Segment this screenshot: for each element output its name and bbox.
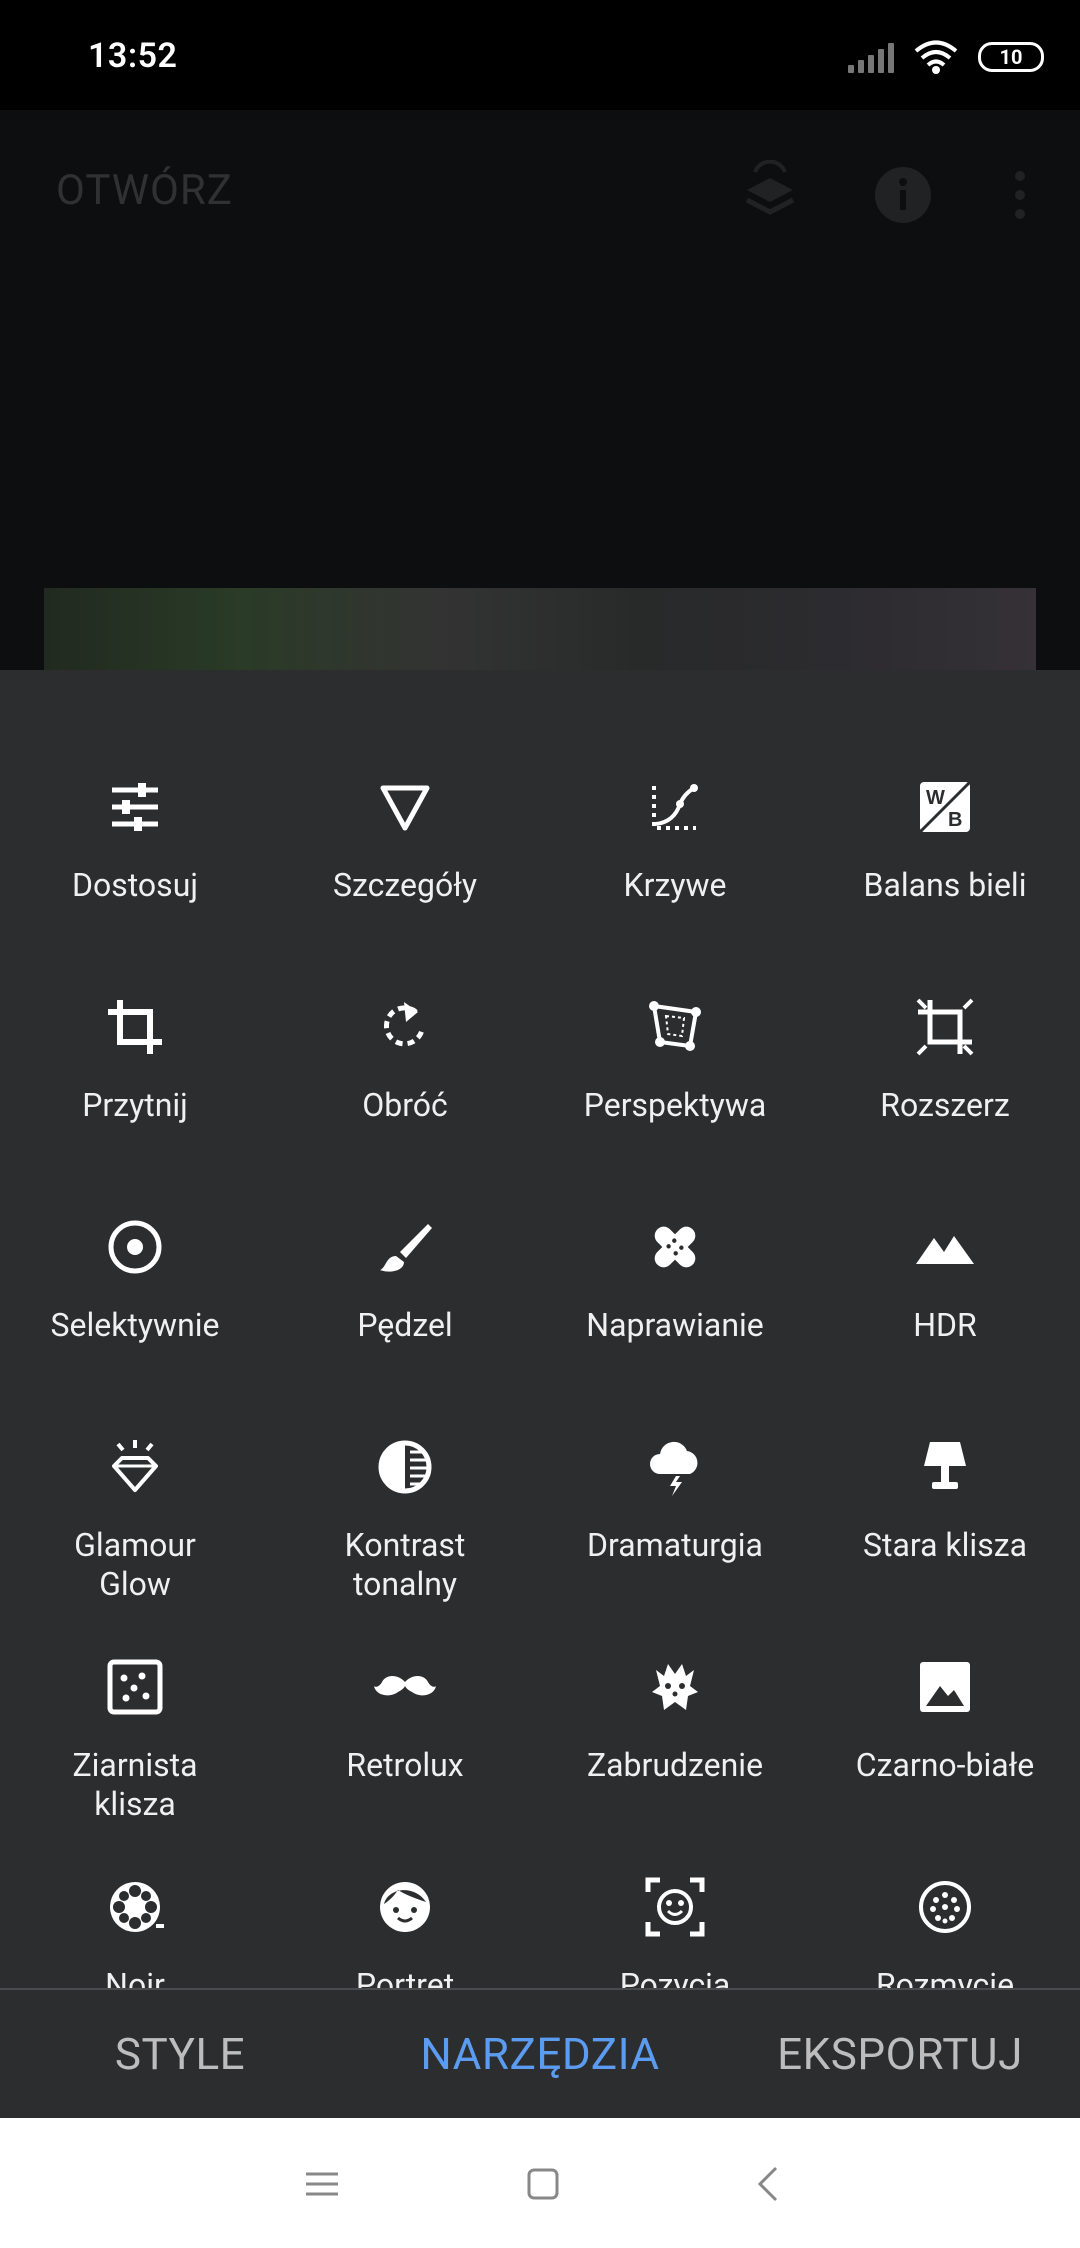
wifi-icon	[914, 40, 958, 74]
tool-dostosuj[interactable]: Dostosuj	[0, 772, 270, 972]
tool-label: Dramaturgia	[587, 1526, 763, 1564]
tool-label: Rozszerz	[880, 1086, 1010, 1124]
triangle-down-icon	[370, 772, 440, 842]
svg-text:B: B	[948, 809, 962, 831]
tool-label: Zabrudzenie	[586, 1746, 764, 1784]
tool-krzywe[interactable]: Krzywe	[540, 772, 810, 972]
grain-icon	[100, 1652, 170, 1722]
system-nav-bar	[0, 2118, 1080, 2248]
tool-ziarnista-klisza[interactable]: Ziarnista klisza	[0, 1652, 270, 1852]
tool-retrolux[interactable]: Retrolux	[270, 1652, 540, 1852]
tool-label: Portret	[355, 1966, 455, 1988]
status-bar: 13:52 10	[0, 0, 1080, 110]
tool-label: Balans bieli	[863, 866, 1027, 904]
layers-edit-icon[interactable]	[735, 159, 805, 230]
info-icon[interactable]	[868, 160, 938, 230]
status-icons: 10	[848, 40, 1044, 74]
lamp-icon	[910, 1432, 980, 1502]
tool-label: Przytnij	[82, 1086, 188, 1124]
top-app-bar: OTWÓRZ	[0, 110, 1080, 670]
tool-szczegóły[interactable]: Szczegóły	[270, 772, 540, 972]
tool-kontrast-tonalny[interactable]: Kontrast tonalny	[270, 1432, 540, 1632]
brush-icon	[370, 1212, 440, 1282]
tool-rozszerz[interactable]: Rozszerz	[810, 992, 1080, 1192]
tool-label: Stara klisza	[862, 1526, 1027, 1564]
face-icon	[370, 1872, 440, 1942]
bottom-tabs: STYLE NARZĘDZIA EKSPORTUJ	[0, 1988, 1080, 2118]
tool-obróć[interactable]: Obróć	[270, 992, 540, 1192]
tools-panel: Dostosuj Szczegóły Krzywe W B Balans bieli Prz…	[0, 670, 1080, 1988]
sliders-icon	[100, 772, 170, 842]
blur-icon	[910, 1872, 980, 1942]
tool-label: Pędzel	[357, 1306, 453, 1344]
tool-label: HDR	[913, 1306, 977, 1344]
tool-portret[interactable]: Portret	[270, 1872, 540, 1988]
film-reel-icon	[100, 1872, 170, 1942]
battery-level: 10	[999, 45, 1023, 69]
battery-icon: 10	[978, 42, 1044, 72]
tool-label: Obróć	[362, 1086, 448, 1124]
tool-perspektywa[interactable]: Perspektywa	[540, 992, 810, 1192]
tool-selektywnie[interactable]: Selektywnie	[0, 1212, 270, 1412]
rotate-icon	[370, 992, 440, 1062]
mountains-icon	[910, 1212, 980, 1282]
tab-tools[interactable]: NARZĘDZIA	[360, 2028, 720, 2080]
tool-naprawianie[interactable]: Naprawianie	[540, 1212, 810, 1412]
photo-preview	[44, 588, 1036, 670]
status-time: 13:52	[88, 36, 178, 76]
tool-label: Kontrast tonalny	[344, 1526, 466, 1603]
white-balance-icon: WB	[910, 772, 980, 842]
more-vert-icon[interactable]	[985, 160, 1055, 230]
tool-label: Ziarnista klisza	[72, 1746, 198, 1823]
tool-pędzel[interactable]: Pędzel	[270, 1212, 540, 1412]
cloud-icon	[640, 1432, 710, 1502]
svg-text:W: W	[926, 787, 945, 809]
tool-balans-bieli[interactable]: W B Balans bieli	[810, 772, 1080, 972]
tab-style[interactable]: STYLE	[0, 2028, 360, 2080]
tool-label: Szczegóły	[333, 866, 477, 904]
home-nav-icon[interactable]	[513, 2154, 573, 2214]
tonal-contrast-icon	[370, 1432, 440, 1502]
face-frame-icon	[640, 1872, 710, 1942]
tool-label: Rozmycie	[875, 1966, 1015, 1988]
tool-label: Krzywe	[623, 866, 727, 904]
mustache-icon	[370, 1652, 440, 1722]
tool-zabrudzenie[interactable]: Zabrudzenie	[540, 1652, 810, 1852]
back-nav-icon[interactable]	[740, 2154, 800, 2214]
tool-label: Retrolux	[346, 1746, 464, 1784]
tool-przytnij[interactable]: Przytnij	[0, 992, 270, 1192]
tool-label: Noir	[105, 1966, 165, 1988]
expand-icon	[910, 992, 980, 1062]
tool-czarno-białe[interactable]: Czarno-białe	[810, 1652, 1080, 1852]
tool-rozmycie[interactable]: Rozmycie	[810, 1872, 1080, 1988]
tool-hdr[interactable]: HDR	[810, 1212, 1080, 1412]
crop-icon	[100, 992, 170, 1062]
tool-stara-klisza[interactable]: Stara klisza	[810, 1432, 1080, 1632]
tool-label: Pozycja	[619, 1966, 731, 1988]
tool-glamour-glow[interactable]: Glamour Glow	[0, 1432, 270, 1632]
target-icon	[100, 1212, 170, 1282]
bw-icon	[910, 1652, 980, 1722]
tool-label: Dostosuj	[72, 866, 198, 904]
signal-icon	[848, 41, 894, 73]
tool-noir[interactable]: Noir	[0, 1872, 270, 1988]
curves-icon	[640, 772, 710, 842]
bandage-icon	[640, 1212, 710, 1282]
tool-label: Czarno-białe	[855, 1746, 1035, 1784]
grunge-icon	[640, 1652, 710, 1722]
tab-export[interactable]: EKSPORTUJ	[720, 2028, 1080, 2080]
perspective-icon	[640, 992, 710, 1062]
tool-dramaturgia[interactable]: Dramaturgia	[540, 1432, 810, 1632]
tool-label: Naprawianie	[586, 1306, 764, 1344]
menu-nav-icon[interactable]	[292, 2154, 352, 2214]
open-button[interactable]: OTWÓRZ	[56, 166, 233, 215]
diamond-icon	[100, 1432, 170, 1502]
tool-label: Selektywnie	[50, 1306, 220, 1344]
tool-pozycja[interactable]: Pozycja	[540, 1872, 810, 1988]
tool-label: Perspektywa	[583, 1086, 767, 1124]
tool-label: Glamour Glow	[74, 1526, 196, 1603]
